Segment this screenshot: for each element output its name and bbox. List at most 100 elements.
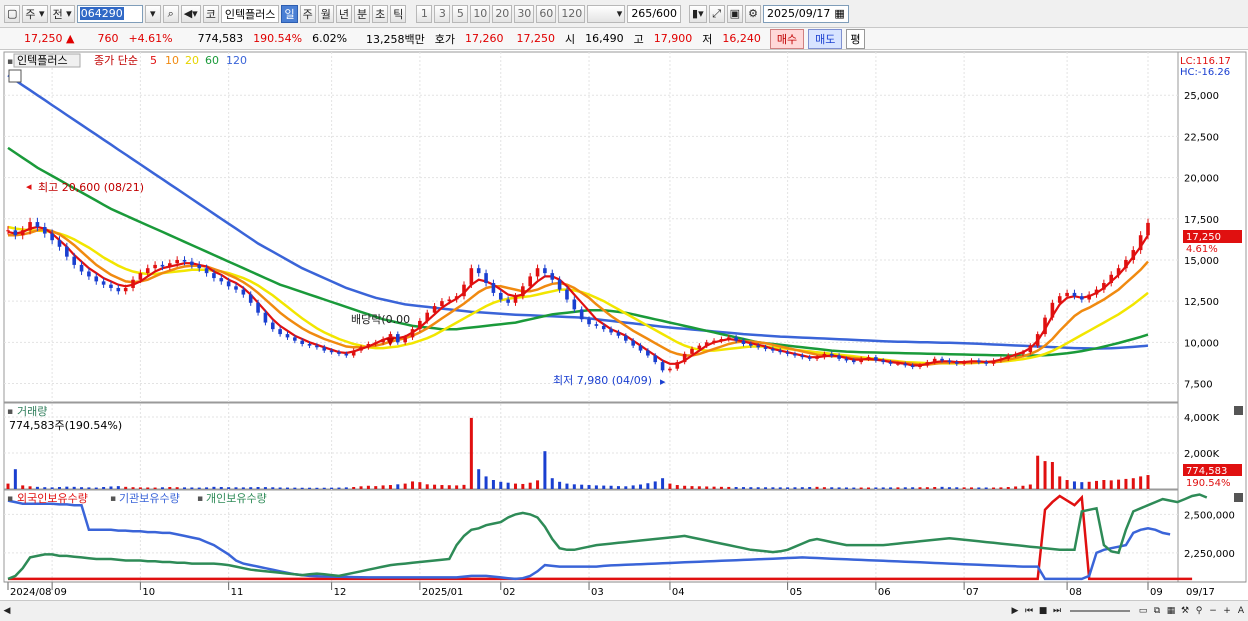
grid-icon[interactable]: ▦ bbox=[1164, 604, 1178, 618]
interval-120-button[interactable]: 120 bbox=[558, 4, 586, 23]
save-icon[interactable]: ▣ bbox=[726, 4, 743, 23]
zoom-in-icon[interactable]: + bbox=[1220, 604, 1234, 618]
candle-body bbox=[123, 287, 128, 292]
draw-icon[interactable]: ⤢ bbox=[708, 4, 725, 23]
volume-bar bbox=[837, 487, 841, 489]
volume-bar bbox=[6, 483, 10, 489]
gear-icon[interactable]: ⚙ bbox=[745, 4, 761, 23]
volume-bar bbox=[234, 487, 238, 489]
volume-bar bbox=[587, 485, 591, 489]
interval-dropdown[interactable]: ▾ bbox=[587, 4, 626, 23]
period-day-button[interactable]: 일 bbox=[281, 4, 298, 23]
candle-body bbox=[991, 360, 996, 364]
volume-bar bbox=[447, 485, 451, 489]
period-month-button[interactable]: 월 bbox=[317, 4, 334, 23]
volume-bar bbox=[874, 487, 878, 489]
candle-body bbox=[778, 350, 783, 353]
prefix-select[interactable]: 전 ▾ bbox=[49, 4, 75, 23]
volume-bar bbox=[344, 487, 348, 489]
candle-body bbox=[535, 268, 540, 277]
interval-60-button[interactable]: 60 bbox=[536, 4, 557, 23]
buy-button[interactable]: 매수 bbox=[769, 28, 805, 49]
scroll-right-icon[interactable]: ▶ bbox=[1008, 604, 1022, 618]
candle-body bbox=[293, 337, 297, 341]
volume-bar bbox=[822, 487, 826, 489]
volume-bar bbox=[1080, 482, 1084, 489]
eval-button[interactable]: 평 bbox=[846, 28, 865, 49]
period-second-button[interactable]: 초 bbox=[372, 4, 389, 23]
period-year-button[interactable]: 년 bbox=[335, 4, 352, 23]
market-type-button[interactable]: 코 bbox=[202, 4, 219, 23]
code-dropdown-button[interactable]: ▾ bbox=[144, 4, 161, 23]
volume-bar bbox=[727, 486, 731, 489]
candle-body bbox=[763, 347, 768, 349]
volume-summary: 774,583주(190.54%) bbox=[9, 419, 122, 432]
candle-icon[interactable]: ▮▾ bbox=[689, 4, 707, 23]
volume-close-icon[interactable] bbox=[1234, 406, 1243, 415]
chart-area[interactable]: 25,000 22,500 20,000 17,500 15,000 12,500 10,0… bbox=[0, 50, 1248, 600]
candle-body bbox=[1013, 353, 1018, 356]
data-count-field[interactable]: 265/600 bbox=[627, 4, 682, 23]
interval-3-button[interactable]: 3 bbox=[434, 4, 451, 23]
candle-body bbox=[373, 342, 378, 344]
period-week-button[interactable]: 주 bbox=[299, 4, 316, 23]
split-view-icon[interactable]: ▭ bbox=[1136, 604, 1150, 618]
interval-10-button[interactable]: 10 bbox=[470, 4, 491, 23]
layout-icon[interactable]: ▢ bbox=[4, 4, 21, 23]
candle-body bbox=[601, 325, 606, 330]
candle-body bbox=[131, 279, 135, 288]
candle-body bbox=[749, 343, 753, 346]
candle-body bbox=[1021, 352, 1025, 354]
volume-bar bbox=[381, 485, 385, 489]
interval-30-button[interactable]: 30 bbox=[514, 4, 535, 23]
calendar-icon[interactable]: ▦ bbox=[834, 7, 844, 20]
volume-bar bbox=[1139, 476, 1143, 489]
market-select[interactable]: 주 ▾ bbox=[22, 4, 48, 23]
volume-bar bbox=[249, 487, 253, 489]
stock-name-field: 인텍플러스 bbox=[220, 4, 280, 23]
period-minute-button[interactable]: 분 bbox=[353, 4, 371, 23]
volume-bar bbox=[43, 487, 47, 489]
scroll-forward-icon[interactable]: ⏭ bbox=[1050, 604, 1064, 618]
individual-holding-label: 개인보유수량 bbox=[206, 492, 267, 505]
volume-bar bbox=[72, 486, 76, 489]
zoom-slider[interactable] bbox=[1070, 610, 1130, 612]
volume-bar bbox=[153, 487, 157, 489]
candle-body bbox=[270, 322, 275, 330]
stock-code-input[interactable]: 064290 bbox=[76, 4, 143, 23]
volume-bar bbox=[205, 487, 209, 489]
volume-bar bbox=[403, 483, 407, 489]
copy-icon[interactable]: ⧉ bbox=[1150, 604, 1164, 618]
search-icon[interactable]: ⌕ bbox=[162, 4, 179, 23]
volume-bar bbox=[741, 487, 745, 489]
interval-5-button[interactable]: 5 bbox=[452, 4, 469, 23]
volume-bar bbox=[1058, 476, 1062, 489]
scrollbar[interactable]: ◀ ▶ ⏮ ■ ⏭ ▭ ⧉ ▦ ⚒ ⚲ − + A bbox=[0, 600, 1248, 621]
candle-body bbox=[20, 230, 25, 236]
ma60-label: 60 bbox=[205, 54, 219, 67]
holding-close-icon[interactable] bbox=[1234, 493, 1243, 502]
candle-body bbox=[690, 348, 694, 354]
volume-bar bbox=[778, 487, 782, 489]
interval-1-button[interactable]: 1 bbox=[416, 4, 433, 23]
zoom-out-icon[interactable]: − bbox=[1206, 604, 1220, 618]
volume-bar bbox=[675, 485, 679, 489]
volume-bar bbox=[653, 481, 657, 489]
interval-20-button[interactable]: 20 bbox=[492, 4, 513, 23]
speaker-icon[interactable]: ◀▾ bbox=[180, 4, 201, 23]
candle-body bbox=[1065, 292, 1069, 297]
date-field[interactable]: 2025/09/17 ▦ bbox=[763, 4, 849, 23]
scroll-rewind-icon[interactable]: ⏮ bbox=[1022, 604, 1036, 618]
candle-body bbox=[359, 347, 363, 351]
font-size-icon[interactable]: A bbox=[1234, 604, 1248, 618]
volume-bar bbox=[749, 487, 753, 489]
sell-button[interactable]: 매도 bbox=[808, 28, 843, 49]
table-toggle-icon[interactable] bbox=[8, 69, 22, 83]
volume-bar bbox=[146, 487, 150, 489]
tools-icon[interactable]: ⚒ bbox=[1178, 604, 1192, 618]
period-tick-button[interactable]: 틱 bbox=[390, 4, 407, 23]
scroll-left-icon[interactable]: ◀ bbox=[0, 604, 14, 618]
candle-body bbox=[543, 268, 547, 274]
zoom-icon[interactable]: ⚲ bbox=[1192, 604, 1206, 618]
scroll-stop-icon[interactable]: ■ bbox=[1036, 604, 1050, 618]
